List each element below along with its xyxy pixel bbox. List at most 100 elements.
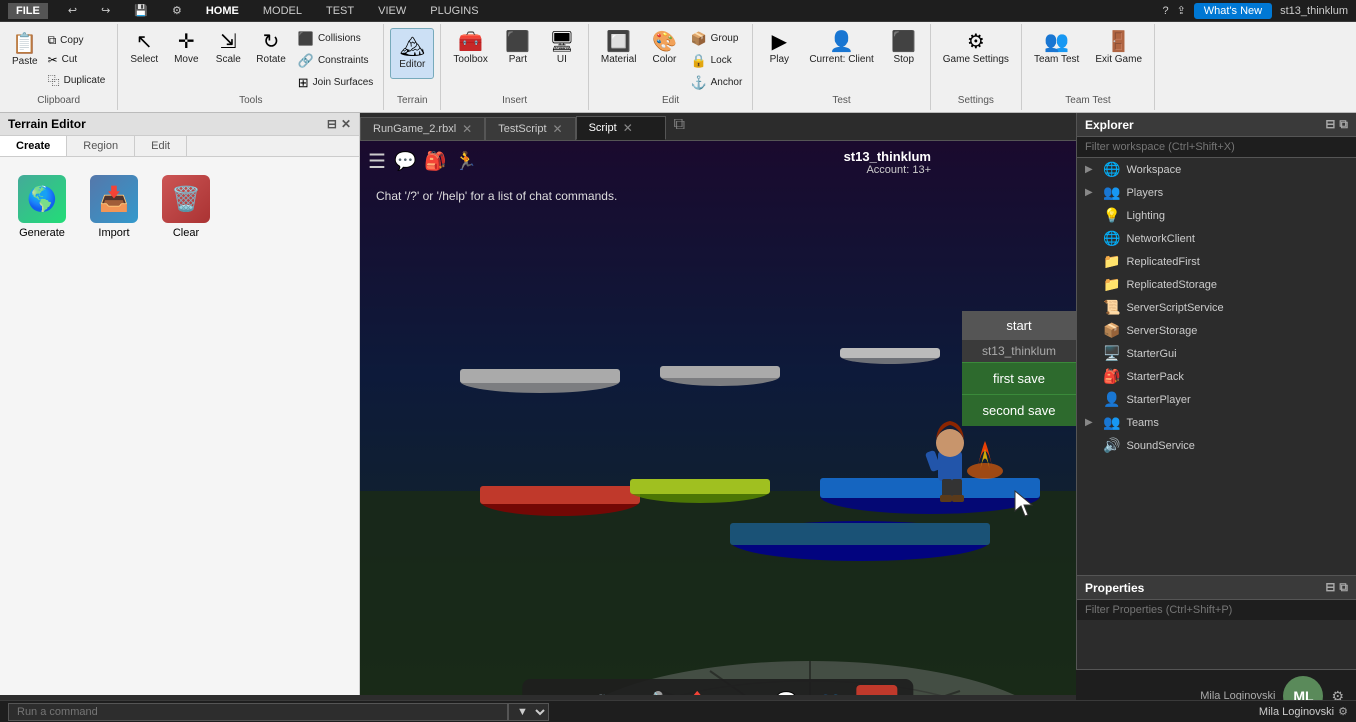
explorer-serverstorage[interactable]: ▶ 📦 ServerStorage	[1077, 319, 1356, 342]
editor-button[interactable]: 🏔 Editor	[390, 28, 434, 79]
menu-model[interactable]: MODEL	[259, 3, 306, 19]
tab-rungame[interactable]: RunGame_2.rbxl ✕	[360, 117, 485, 140]
explorer-lighting[interactable]: ▶ 💡 Lighting	[1077, 204, 1356, 227]
camera-button[interactable]: 📷	[589, 687, 627, 696]
lock-button[interactable]: 🔒 Lock	[686, 51, 746, 71]
command-input[interactable]	[8, 703, 508, 721]
terrain-close-button[interactable]: ✕	[341, 117, 351, 131]
constraints-button[interactable]: 🔗 Constraints	[294, 51, 378, 71]
explorer-expand-button[interactable]: ⧉	[1339, 117, 1348, 132]
cut-button[interactable]: ✂ Cut	[44, 51, 110, 69]
explorer-starterpack[interactable]: ▶ 🎒 StarterPack	[1077, 365, 1356, 388]
chat-button[interactable]: 💬	[767, 687, 805, 696]
first-save-button[interactable]: first save	[962, 362, 1076, 394]
start-button[interactable]: start	[962, 311, 1076, 340]
exit-game-button[interactable]: 🚪 Exit Game	[1089, 28, 1148, 93]
properties-pin-button[interactable]: ⊟	[1325, 580, 1335, 595]
import-button[interactable]: 📥 Import	[84, 169, 144, 245]
hud-chat-icon[interactable]: 💬	[394, 151, 416, 172]
group-button[interactable]: 📦 Group	[686, 29, 746, 49]
menu-redo-icon[interactable]: ↪	[97, 2, 114, 19]
explorer-search-input[interactable]	[1077, 137, 1356, 158]
collisions-button[interactable]: ⬛ Collisions	[294, 29, 378, 49]
terrain-label: Terrain	[397, 93, 428, 106]
generate-button[interactable]: 🌎 Generate	[12, 169, 72, 245]
help-icon[interactable]: ?	[1162, 5, 1168, 17]
part-button[interactable]: ⬛ Part	[498, 28, 538, 93]
status-user-settings[interactable]: ⚙	[1338, 705, 1348, 718]
explorer-startergui[interactable]: ▶ 🖥️ StarterGui	[1077, 342, 1356, 365]
current-client-button[interactable]: 👤 Current: Client	[803, 28, 879, 93]
explorer-replicatedstorage[interactable]: ▶ 📁 ReplicatedStorage	[1077, 273, 1356, 296]
share-screen-button[interactable]: 📤	[678, 687, 716, 696]
team-test-button[interactable]: 👥 Team Test	[1028, 28, 1085, 93]
color-button[interactable]: 🎨 Color	[644, 28, 684, 93]
menu-save-icon[interactable]: 💾	[130, 2, 152, 19]
explorer-serverscriptservice[interactable]: ▶ 📜 ServerScriptService	[1077, 296, 1356, 319]
tab-script-close[interactable]: ✕	[623, 121, 633, 135]
explorer-replicatedfirst[interactable]: ▶ 📁 ReplicatedFirst	[1077, 250, 1356, 273]
menu-file[interactable]: FILE	[8, 3, 48, 19]
menu-bar: FILE ↩ ↪ 💾 ⚙ HOME MODEL TEST VIEW PLUGIN…	[0, 0, 1356, 22]
paste-button[interactable]: 📋 Paste	[8, 28, 42, 93]
tab-rungame-close[interactable]: ✕	[462, 122, 472, 136]
menu-undo-icon[interactable]: ↩	[64, 2, 81, 19]
toolbox-button[interactable]: 🧰 Toolbox	[447, 28, 493, 93]
play-button[interactable]: ▶ Play	[759, 28, 799, 93]
more-button[interactable]: •••	[723, 688, 762, 695]
rotate-button[interactable]: ↻ Rotate	[250, 28, 291, 93]
select-button[interactable]: ↖ Select	[124, 28, 164, 93]
hud-character-icon[interactable]: 🏃	[455, 151, 477, 172]
anchor-button[interactable]: ⚓ Anchor	[686, 73, 746, 93]
terrain-tab-region[interactable]: Region	[67, 136, 135, 156]
menu-test[interactable]: TEST	[322, 3, 358, 19]
material-button[interactable]: 🔲 Material	[595, 28, 643, 93]
explorer-teams[interactable]: ▶ 👥 Teams	[1077, 411, 1356, 434]
explorer-pin-button[interactable]: ⊟	[1325, 117, 1335, 132]
game-settings-icon: ⚙	[967, 32, 985, 52]
stop-button[interactable]: ⬛ Stop	[884, 28, 924, 93]
clear-button[interactable]: 🗑️ Clear	[156, 169, 216, 245]
ui-button[interactable]: 🖥 UI	[542, 28, 582, 93]
terrain-tab-edit[interactable]: Edit	[135, 136, 187, 156]
replicatedstorage-icon: 📁	[1103, 276, 1120, 293]
second-save-button[interactable]: second save	[962, 394, 1076, 426]
end-call-button[interactable]: ✕	[856, 685, 897, 695]
participants-button[interactable]: 👥	[812, 687, 850, 696]
explorer-starterplayer[interactable]: ▶ 👤 StarterPlayer	[1077, 388, 1356, 411]
scale-button[interactable]: ⇲ Scale	[208, 28, 248, 93]
menu-plugins[interactable]: PLUGINS	[426, 3, 482, 19]
hud-backpack-icon[interactable]: 🎒	[424, 151, 446, 172]
duplicate-button[interactable]: ⿻ Duplicate	[44, 70, 110, 91]
menu-view[interactable]: VIEW	[374, 3, 410, 19]
whats-new-button[interactable]: What's New	[1194, 3, 1272, 19]
game-settings-button[interactable]: ⚙ Game Settings	[937, 28, 1015, 69]
mic-button[interactable]: 🎤	[634, 687, 672, 696]
explorer-soundservice[interactable]: ▶ 🔊 SoundService	[1077, 434, 1356, 457]
copy-button[interactable]: ⧉ Copy	[44, 31, 110, 50]
expand-tab-button[interactable]: ⧉	[666, 113, 693, 140]
move-button[interactable]: ✛ Move	[166, 28, 206, 93]
tab-testscript-close[interactable]: ✕	[553, 122, 563, 136]
replicatedstorage-label: ReplicatedStorage	[1126, 279, 1348, 291]
share-icon[interactable]: ⇪	[1177, 4, 1186, 17]
explorer-workspace[interactable]: ▶ 🌐 Workspace	[1077, 158, 1356, 181]
join-surfaces-button[interactable]: ⊞ Join Surfaces	[294, 73, 378, 93]
command-dropdown[interactable]: ▼	[508, 703, 549, 721]
menu-home[interactable]: HOME	[202, 3, 243, 19]
serverscriptservice-label: ServerScriptService	[1126, 302, 1348, 314]
hud-menu-button[interactable]: ☰	[368, 149, 386, 174]
explorer-players[interactable]: ▶ 👥 Players	[1077, 181, 1356, 204]
explorer-title: Explorer	[1085, 118, 1134, 132]
tab-testscript[interactable]: TestScript ✕	[485, 117, 575, 140]
properties-expand-button[interactable]: ⧉	[1339, 580, 1348, 595]
menu-settings-icon[interactable]: ⚙	[168, 2, 186, 19]
player-account: Account: 13+	[844, 164, 931, 176]
properties-search-input[interactable]	[1077, 600, 1356, 620]
terrain-pin-button[interactable]: ⊟	[327, 117, 337, 131]
explorer-networkclient[interactable]: ▶ 🌐 NetworkClient	[1077, 227, 1356, 250]
anchor-label: Anchor	[711, 77, 743, 88]
duplicate-icon: ⿻	[48, 72, 60, 89]
terrain-tab-create[interactable]: Create	[0, 136, 67, 156]
tab-script[interactable]: Script ✕	[576, 116, 666, 140]
